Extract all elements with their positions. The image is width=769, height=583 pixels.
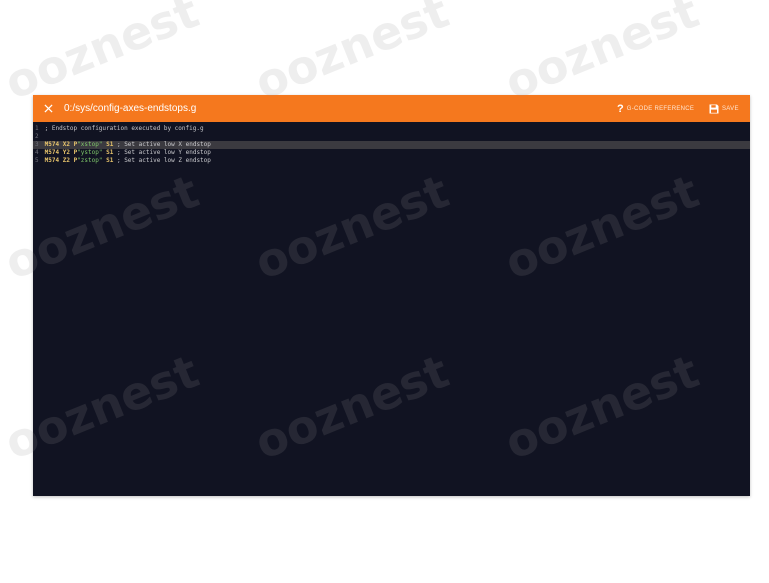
gcode-string: "ystop" [77,149,103,156]
floppy-disk-icon [709,104,719,113]
watermark: ooznest [497,0,707,111]
code-line-active[interactable]: 3 M574 X2 P"xstop" S1 ; Set active low X… [33,141,750,149]
gcode-string: "zstop" [77,157,103,164]
gcode-axis: Y2 [62,149,70,156]
code-comment: ; Set active low Z endstop [116,157,211,164]
close-button[interactable] [39,99,57,117]
code-editor[interactable]: 1 ; Endstop configuration executed by co… [33,122,750,496]
code-line[interactable]: 5 M574 Z2 P"zstop" S1 ; Set active low Z… [33,157,750,165]
save-label: SAVE [722,105,739,112]
gcode-s-param: S1 [106,141,114,148]
gcode-s-param: S1 [106,157,114,164]
line-number: 3 [35,141,39,148]
gcode-reference-button[interactable]: ? G-CODE REFERENCE [617,101,694,116]
line-number: 2 [35,133,39,140]
line-number: 1 [35,125,39,132]
line-number: 5 [35,157,39,164]
code-line[interactable]: 4 M574 Y2 P"ystop" S1 ; Set active low Y… [33,149,750,157]
gcode-command: M574 [44,141,60,148]
editor-title-bar: 0:/sys/config-axes-endstops.g ? G-CODE R… [33,95,750,122]
page: 0:/sys/config-axes-endstops.g ? G-CODE R… [0,0,769,583]
save-button[interactable]: SAVE [709,101,739,116]
file-path-title: 0:/sys/config-axes-endstops.g [64,103,197,114]
watermark: ooznest [0,0,207,111]
gcode-reference-label: G-CODE REFERENCE [626,105,695,112]
gcode-command: M574 [44,157,60,164]
watermark: ooznest [247,0,457,111]
close-icon [43,103,53,113]
code-comment: ; Set active low X endstop [116,141,211,148]
code-comment: ; Endstop configuration executed by conf… [44,125,204,132]
code-comment: ; Set active low Y endstop [116,149,211,156]
code-line[interactable]: 1 ; Endstop configuration executed by co… [33,125,750,133]
line-number: 4 [35,149,39,156]
code-line[interactable]: 2 [33,133,750,141]
file-editor-dialog: 0:/sys/config-axes-endstops.g ? G-CODE R… [33,95,750,496]
gcode-command: M574 [44,149,60,156]
gcode-string: "xstop" [77,141,103,148]
gcode-axis: Z2 [62,157,70,164]
gcode-axis: X2 [62,141,70,148]
gcode-s-param: S1 [106,149,114,156]
question-icon: ? [617,102,624,115]
